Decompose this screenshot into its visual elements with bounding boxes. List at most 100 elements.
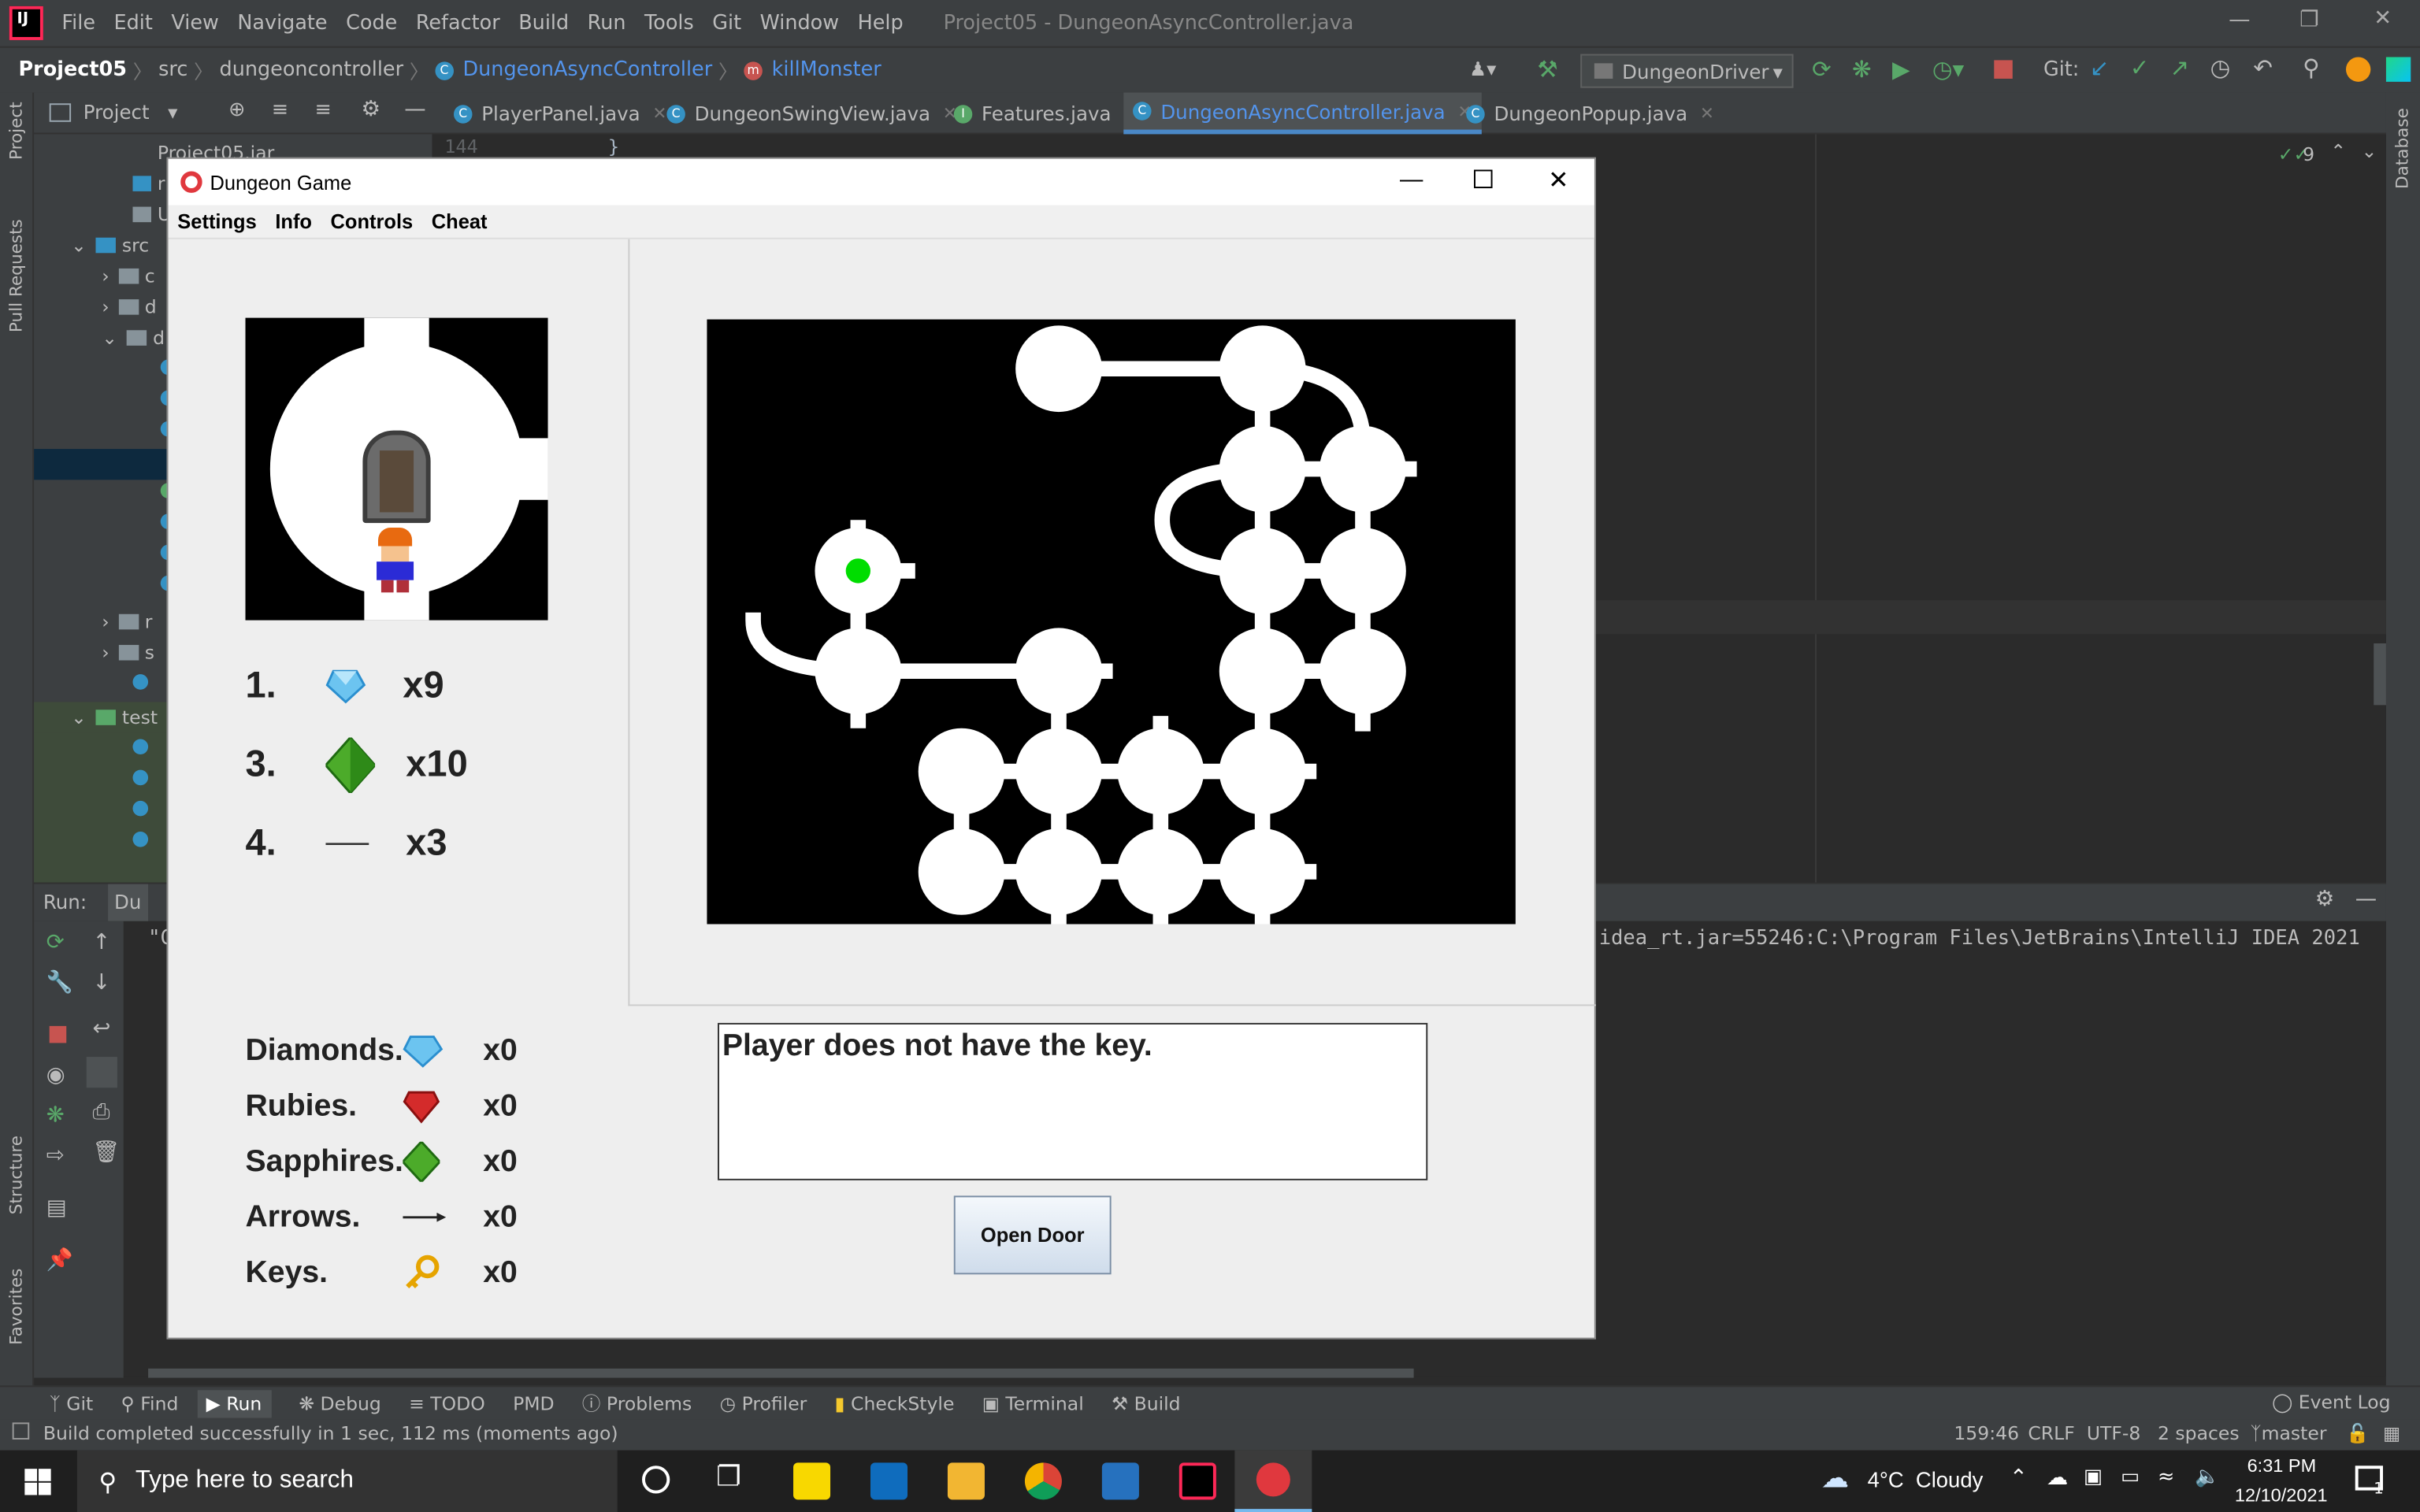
menu-run[interactable]: Run (578, 12, 635, 35)
layout-icon[interactable]: ▤ (46, 1195, 67, 1220)
build-hammer-icon[interactable]: ⚒ (1537, 56, 1557, 83)
wrench-icon[interactable]: 🔧 (46, 970, 73, 995)
coverage-icon[interactable]: ▶ (1892, 56, 1910, 83)
close-tab-icon[interactable]: ✕ (652, 103, 666, 123)
restore-icon[interactable]: ❐ (2299, 8, 2319, 32)
breadcrumb-project[interactable]: Project05 (19, 58, 127, 81)
close-tab-icon[interactable]: ✕ (1700, 103, 1714, 123)
chevron-up-icon[interactable]: ⌃ (2330, 140, 2346, 161)
debug-icon[interactable]: ❋ (1852, 56, 1872, 83)
trash-icon[interactable]: 🗑 (93, 1140, 121, 1165)
user-icon[interactable]: ♟▾ (1469, 57, 1496, 80)
powershell-icon[interactable] (1101, 1462, 1139, 1500)
status-toggle-icon[interactable] (12, 1422, 30, 1440)
clock-date[interactable]: 12/10/2021 (2235, 1484, 2328, 1506)
favorites-tool-label[interactable]: Favorites (6, 1268, 26, 1344)
gear-icon[interactable]: ⚙ (361, 97, 380, 121)
outlook-icon[interactable] (870, 1462, 908, 1500)
menu-help[interactable]: Help (848, 12, 913, 35)
task-view-icon[interactable]: ❐ (716, 1461, 741, 1493)
debug-tool-button[interactable]: ❋ Debug (299, 1392, 381, 1414)
pin-icon[interactable]: 📌 (46, 1248, 73, 1273)
close-icon[interactable]: ✕ (2374, 6, 2392, 31)
weather-icon[interactable]: ☁ (1821, 1462, 1849, 1495)
java-app-taskbar-button[interactable] (1234, 1450, 1312, 1512)
login-icon[interactable]: ⇨ (46, 1143, 65, 1168)
git-push-icon[interactable]: ↗ (2170, 54, 2190, 82)
git-commit-icon[interactable]: ✓ (2130, 54, 2150, 82)
menu-edit[interactable]: Edit (105, 12, 162, 35)
hide-icon[interactable]: — (2355, 888, 2377, 912)
close-icon[interactable]: ✕ (1548, 165, 1568, 196)
rollback-icon[interactable]: ↶ (2253, 54, 2273, 82)
pmd-tool-button[interactable]: PMD (513, 1392, 555, 1414)
structure-tool-label[interactable]: Structure (6, 1136, 26, 1214)
rerun-icon[interactable]: ⟳ (1812, 56, 1832, 83)
indent-setting[interactable]: 2 spaces (2158, 1422, 2240, 1443)
menu-controls[interactable]: Controls (331, 209, 414, 232)
event-log-button[interactable]: ◯ Event Log (2272, 1392, 2391, 1413)
chevron-up-icon[interactable]: ⌃ (2010, 1466, 2028, 1490)
onedrive-icon[interactable]: ☁ (2047, 1466, 2068, 1490)
update-icon[interactable] (2345, 57, 2371, 82)
profiler-tool-button[interactable]: ◷ Profiler (720, 1392, 807, 1414)
cortana-icon[interactable] (642, 1466, 670, 1494)
menu-info[interactable]: Info (275, 209, 312, 232)
profile-icon[interactable]: ◷▾ (1932, 56, 1964, 83)
weather-text[interactable]: 4°C Cloudy (1868, 1467, 1984, 1492)
intellij-taskbar-icon[interactable] (1178, 1462, 1216, 1500)
soft-wrap-icon[interactable]: ↩ (93, 1017, 111, 1041)
menu-file[interactable]: File (53, 12, 105, 35)
git-update-icon[interactable]: ↙ (2090, 54, 2110, 82)
run-tool-button[interactable]: ▶ Run (196, 1389, 272, 1418)
menu-cheat[interactable]: Cheat (432, 209, 488, 232)
dungeon-title-bar[interactable]: Dungeon Game — ✕ (168, 158, 1594, 206)
run-tab[interactable]: Du (108, 884, 148, 921)
tab-features[interactable]: IFeatures.java✕ (953, 93, 1138, 135)
history-icon[interactable]: ◷ (2210, 54, 2231, 82)
database-tool-label[interactable]: Database (2392, 108, 2412, 189)
find-tool-button[interactable]: ⚲ Find (121, 1392, 179, 1414)
sticky-notes-icon[interactable] (793, 1462, 831, 1500)
terminal-tool-button[interactable]: ▣ Terminal (982, 1392, 1084, 1414)
toolbox-icon[interactable] (2385, 57, 2411, 82)
memory-icon[interactable]: ▦ (2383, 1422, 2400, 1443)
breadcrumb-src[interactable]: src (158, 58, 187, 81)
rerun-icon[interactable]: ⟳ (46, 930, 65, 954)
locate-icon[interactable]: ⊕ (228, 98, 245, 121)
problems-tool-button[interactable]: ⓘ Problems (582, 1390, 692, 1416)
breadcrumb-method[interactable]: killMonster (772, 58, 882, 81)
chevron-down-icon[interactable]: ⌄ (2362, 140, 2377, 161)
pull-requests-tool-label[interactable]: Pull Requests (6, 219, 26, 332)
stop-icon[interactable] (49, 1025, 67, 1043)
windows-start-icon[interactable] (24, 1469, 51, 1495)
stop-icon[interactable] (1994, 60, 2013, 79)
battery-icon[interactable]: ▭ (2121, 1466, 2140, 1488)
collapse-all-icon[interactable]: ≡ (315, 98, 332, 121)
maximize-icon[interactable] (1474, 169, 1493, 189)
gear-icon[interactable]: ⚙ (2315, 888, 2335, 912)
camera-icon[interactable]: ◉ (46, 1063, 65, 1088)
print-icon[interactable]: ⎙ (93, 1100, 110, 1125)
git-branch[interactable]: ᛉmaster (2251, 1422, 2327, 1443)
minimize-icon[interactable]: — (1400, 167, 1423, 193)
breadcrumb-class[interactable]: DungeonAsyncController (463, 58, 713, 81)
file-explorer-icon[interactable] (947, 1462, 985, 1500)
taskbar-search-box[interactable]: ⚲ Type here to search (76, 1450, 618, 1512)
line-separator[interactable]: CRLF (2028, 1422, 2074, 1443)
file-encoding[interactable]: UTF-8 (2087, 1422, 2141, 1443)
run-config-select[interactable]: DungeonDriver ▾ (1580, 54, 1794, 88)
open-door-button[interactable]: Open Door (953, 1195, 1112, 1275)
menu-tools[interactable]: Tools (635, 12, 703, 35)
clock-time[interactable]: 6:31 PM (2247, 1455, 2317, 1477)
arrow-up-icon[interactable]: ↑ (93, 930, 111, 954)
menu-navigate[interactable]: Navigate (228, 12, 337, 35)
chrome-icon[interactable] (1024, 1462, 1062, 1500)
search-icon[interactable]: ⚲ (2303, 54, 2320, 82)
arrow-down-icon[interactable]: ↓ (93, 970, 111, 995)
debug-icon[interactable]: ❋ (46, 1103, 65, 1128)
todo-tool-button[interactable]: ≡ TODO (409, 1392, 485, 1414)
scroll-end-icon[interactable] (86, 1057, 117, 1088)
device-icon[interactable]: ▣ (2084, 1466, 2103, 1488)
menu-view[interactable]: View (162, 12, 228, 35)
